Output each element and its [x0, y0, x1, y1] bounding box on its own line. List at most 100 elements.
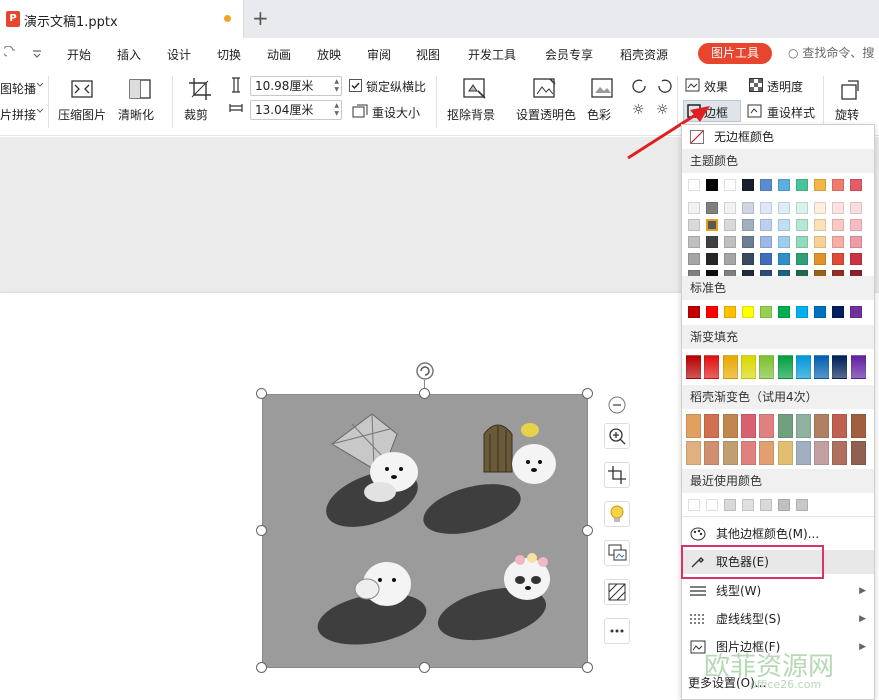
theme-shade-swatch[interactable]	[688, 202, 700, 214]
docer-gradient-swatch[interactable]	[850, 441, 866, 465]
resize-handle-right[interactable]	[582, 525, 593, 536]
document-tab[interactable]: P 演示文稿1.pptx	[0, 0, 244, 38]
theme-shade-swatch[interactable]	[778, 202, 790, 214]
standard-color-swatch[interactable]	[850, 306, 862, 318]
theme-color-swatch[interactable]	[724, 179, 736, 191]
theme-shade-swatch[interactable]	[724, 202, 736, 214]
theme-shade-swatch[interactable]	[796, 202, 808, 214]
change-picture-button[interactable]	[604, 540, 630, 566]
rotate-handle-icon[interactable]	[415, 361, 435, 381]
line-type-item[interactable]: 线型(W) ▶	[682, 579, 874, 603]
recent-color-swatch[interactable]	[742, 499, 754, 511]
standard-color-swatch[interactable]	[724, 306, 736, 318]
redo-icon[interactable]	[4, 46, 18, 60]
resize-handle-bottom[interactable]	[419, 662, 430, 673]
theme-shade-swatch[interactable]	[796, 236, 808, 248]
theme-shade-swatch[interactable]	[724, 253, 736, 265]
theme-shade-swatch[interactable]	[778, 236, 790, 248]
theme-shade-swatch[interactable]	[706, 202, 718, 214]
theme-shade-swatch[interactable]	[832, 219, 844, 231]
gradient-fill-swatch[interactable]	[759, 355, 775, 379]
new-tab-button[interactable]: +	[252, 6, 269, 30]
docer-gradient-swatch[interactable]	[832, 441, 848, 465]
resize-handle-left[interactable]	[256, 525, 267, 536]
menu-insert[interactable]: 插入	[117, 46, 141, 63]
compress-picture-button[interactable]: 压缩图片	[58, 106, 106, 123]
theme-color-swatch[interactable]	[796, 179, 808, 191]
theme-color-swatch[interactable]	[742, 179, 754, 191]
docer-gradient-swatch[interactable]	[759, 414, 775, 438]
picture-fill-button[interactable]	[604, 579, 630, 605]
gradient-fill-swatch[interactable]	[686, 355, 701, 379]
spin-up-icon[interactable]: ▲	[334, 78, 339, 85]
docer-gradient-swatch[interactable]	[759, 441, 775, 465]
theme-color-swatch[interactable]	[688, 179, 700, 191]
spin-down-icon[interactable]: ▼	[334, 110, 339, 117]
color-button[interactable]: 色彩	[587, 106, 611, 123]
transparency-button[interactable]: 透明度	[767, 78, 803, 95]
menu-review[interactable]: 审阅	[367, 46, 391, 63]
theme-shade-swatch[interactable]	[832, 236, 844, 248]
standard-color-swatch[interactable]	[796, 306, 808, 318]
recent-color-swatch[interactable]	[706, 499, 718, 511]
other-border-colors-item[interactable]: 其他边框颜色(M)...	[682, 522, 874, 546]
crop-button[interactable]: 裁剪	[184, 106, 208, 123]
rotate-left-icon[interactable]	[632, 79, 648, 93]
theme-shade-swatch[interactable]	[760, 219, 772, 231]
theme-shade-swatch[interactable]	[688, 253, 700, 265]
more-options-button[interactable]	[604, 618, 630, 644]
theme-shade-swatch[interactable]	[778, 253, 790, 265]
picture-carousel-button[interactable]: 图轮播	[0, 80, 36, 97]
rotate-button[interactable]: 旋转	[835, 106, 859, 123]
lock-ratio-checkbox[interactable]	[349, 79, 362, 92]
gradient-fill-swatch[interactable]	[832, 355, 848, 379]
menu-home[interactable]: 开始	[67, 46, 91, 63]
theme-color-swatch[interactable]	[850, 179, 862, 191]
theme-shade-swatch[interactable]	[850, 202, 862, 214]
theme-shade-swatch[interactable]	[742, 253, 754, 265]
standard-color-swatch[interactable]	[688, 306, 700, 318]
rotate-right-icon[interactable]	[656, 79, 672, 93]
menu-docer-resources[interactable]: 稻壳资源	[620, 46, 668, 63]
resize-handle-bottom-right[interactable]	[582, 662, 593, 673]
standard-color-swatch[interactable]	[778, 306, 790, 318]
standard-color-swatch[interactable]	[742, 306, 754, 318]
theme-shade-swatch[interactable]	[706, 253, 718, 265]
theme-shade-swatch[interactable]	[688, 236, 700, 248]
collapse-toolbar-icon[interactable]	[608, 396, 626, 414]
resize-handle-bottom-left[interactable]	[256, 662, 267, 673]
theme-shade-swatch[interactable]	[796, 219, 808, 231]
recent-color-swatch[interactable]	[688, 499, 700, 511]
menu-slideshow[interactable]: 放映	[317, 46, 341, 63]
theme-shade-swatch[interactable]	[742, 202, 754, 214]
recent-color-swatch[interactable]	[760, 499, 772, 511]
picture-width-input[interactable]: 13.04厘米 ▲ ▼	[250, 100, 342, 120]
theme-shade-swatch[interactable]	[850, 253, 862, 265]
crop-float-button[interactable]	[604, 462, 630, 488]
gradient-fill-swatch[interactable]	[850, 355, 866, 379]
docer-gradient-swatch[interactable]	[686, 414, 701, 438]
no-border-color-item[interactable]: 无边框颜色	[682, 125, 874, 149]
theme-color-swatch[interactable]	[832, 179, 844, 191]
theme-shade-swatch[interactable]	[778, 219, 790, 231]
recent-color-swatch[interactable]	[778, 499, 790, 511]
theme-color-swatch[interactable]	[814, 179, 826, 191]
docer-gradient-swatch[interactable]	[850, 414, 866, 438]
reset-style-button[interactable]: 重设样式	[767, 104, 815, 121]
docer-gradient-swatch[interactable]	[740, 414, 756, 438]
recent-color-swatch[interactable]	[724, 499, 736, 511]
theme-shade-swatch[interactable]	[832, 253, 844, 265]
set-transparent-color-button[interactable]: 设置透明色	[516, 106, 576, 123]
gradient-fill-swatch[interactable]	[795, 355, 811, 379]
gradient-fill-swatch[interactable]	[740, 355, 756, 379]
command-search[interactable]: ○ 查找命令、搜	[788, 44, 874, 61]
sharpen-button[interactable]: 清晰化	[118, 106, 154, 123]
menu-animation[interactable]: 动画	[267, 46, 291, 63]
standard-color-swatch[interactable]	[706, 306, 718, 318]
gradient-fill-swatch[interactable]	[777, 355, 793, 379]
standard-color-swatch[interactable]	[832, 306, 844, 318]
resize-handle-top-left[interactable]	[256, 388, 267, 399]
theme-color-swatch[interactable]	[778, 179, 790, 191]
docer-gradient-swatch[interactable]	[795, 441, 811, 465]
theme-shade-swatch[interactable]	[814, 253, 826, 265]
